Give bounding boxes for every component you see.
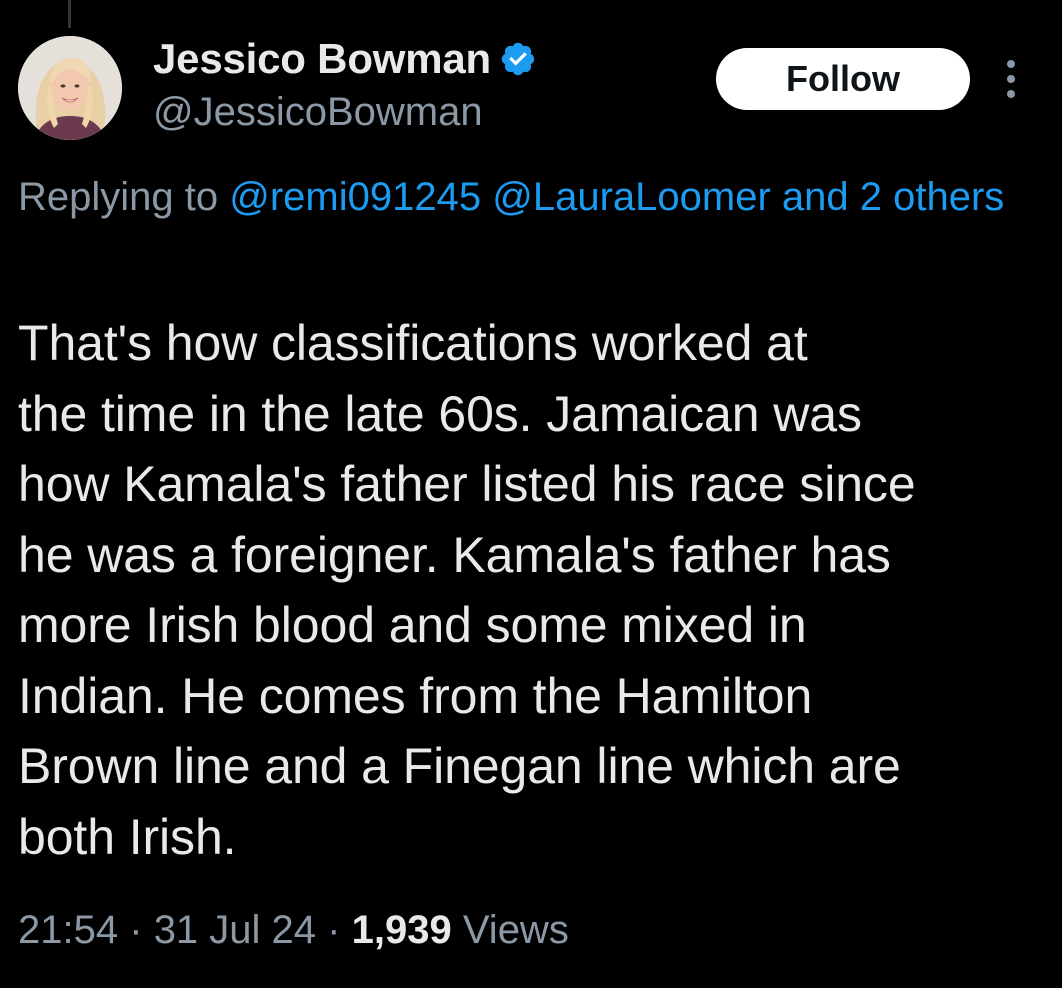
tweet-text: That's how classifications worked at the… — [18, 308, 1048, 872]
more-dot — [1007, 60, 1015, 68]
meta-separator: · — [129, 908, 143, 952]
tweet-text-line: more Irish blood and some mixed in — [18, 597, 807, 653]
more-dot — [1007, 90, 1015, 98]
tweet-text-line: the time in the late 60s. Jamaican was — [18, 385, 862, 442]
tweet-date[interactable]: 31 Jul 24 — [154, 908, 316, 952]
mention-link[interactable]: @LauraLoomer — [492, 175, 771, 219]
thread-connector-line — [68, 0, 71, 28]
tweet-text-line: he was a foreigner. Kamala's father has — [18, 526, 891, 583]
tweet-text-line: Brown line and a Finegan line which are — [18, 738, 901, 794]
tweet-text-line: how Kamala's father listed his race sinc… — [18, 456, 916, 512]
author-handle[interactable]: @JessicoBowman — [153, 90, 537, 135]
tweet-text-line: Indian. He comes from the Hamilton — [18, 667, 813, 724]
verified-badge-icon[interactable] — [499, 40, 537, 78]
profile-photo-icon — [18, 36, 122, 140]
mention-link[interactable]: @remi091245 — [229, 175, 481, 219]
tweet-text-line: both Irish. — [18, 808, 237, 865]
tweet-time[interactable]: 21:54 — [18, 908, 118, 952]
replying-to-label: Replying to — [18, 175, 219, 219]
avatar[interactable] — [18, 36, 122, 140]
tweet-text-line: That's how classifications worked at — [18, 315, 808, 371]
more-dot — [1007, 75, 1015, 83]
meta-separator: · — [327, 908, 341, 952]
views-label: Views — [462, 908, 569, 952]
tweet-meta: 21:54 · 31 Jul 24 · 1,939 Views — [18, 908, 569, 953]
views-count: 1,939 — [351, 908, 452, 952]
more-vertical-icon[interactable] — [996, 54, 1026, 104]
display-name-row: Jessico Bowman — [153, 34, 537, 84]
others-link[interactable]: and 2 others — [782, 175, 1004, 219]
display-name[interactable]: Jessico Bowman — [153, 35, 491, 83]
reply-context: Replying to @remi091245 @LauraLoomer and… — [18, 166, 1028, 228]
author-info: Jessico Bowman @JessicoBowman — [153, 34, 537, 135]
follow-button[interactable]: Follow — [716, 48, 970, 110]
